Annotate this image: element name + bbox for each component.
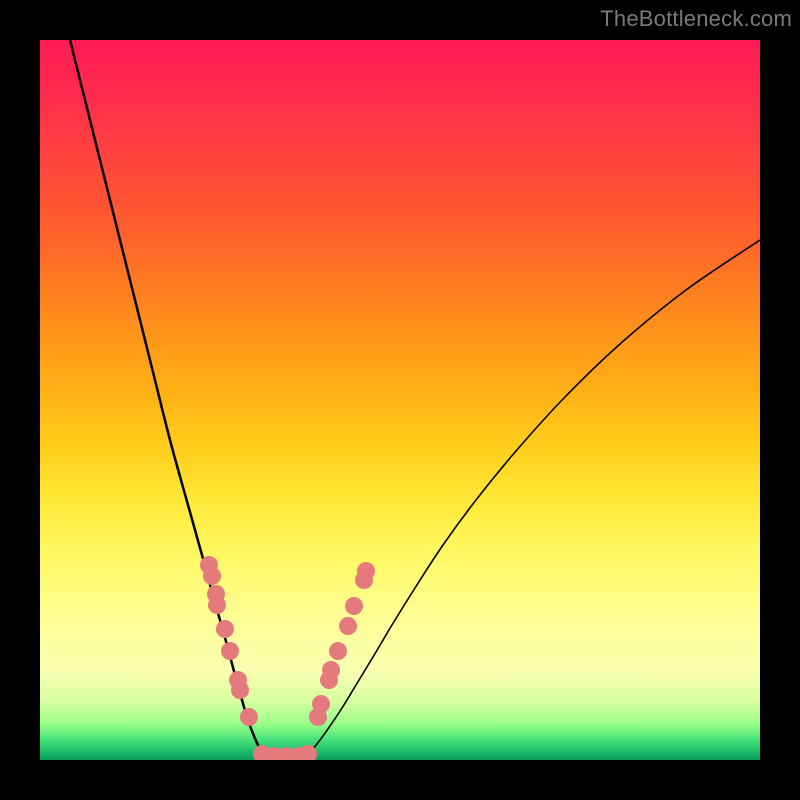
data-marker	[231, 681, 249, 699]
data-marker	[312, 695, 330, 713]
watermark-text: TheBottleneck.com	[600, 6, 792, 32]
data-marker	[208, 596, 226, 614]
chart-overlay	[40, 40, 760, 760]
data-marker	[203, 567, 221, 585]
plot-area	[40, 40, 760, 760]
data-marker	[240, 708, 258, 726]
data-marker	[221, 642, 239, 660]
marker-group-right	[309, 562, 375, 726]
data-marker	[329, 642, 347, 660]
marker-group-floor	[253, 745, 317, 760]
data-marker	[345, 597, 363, 615]
data-marker	[357, 562, 375, 580]
chart-frame: TheBottleneck.com	[0, 0, 800, 800]
right-curve-path	[305, 240, 760, 756]
data-marker	[322, 661, 340, 679]
marker-group-left	[200, 556, 258, 726]
data-marker	[339, 617, 357, 635]
data-marker	[216, 620, 234, 638]
